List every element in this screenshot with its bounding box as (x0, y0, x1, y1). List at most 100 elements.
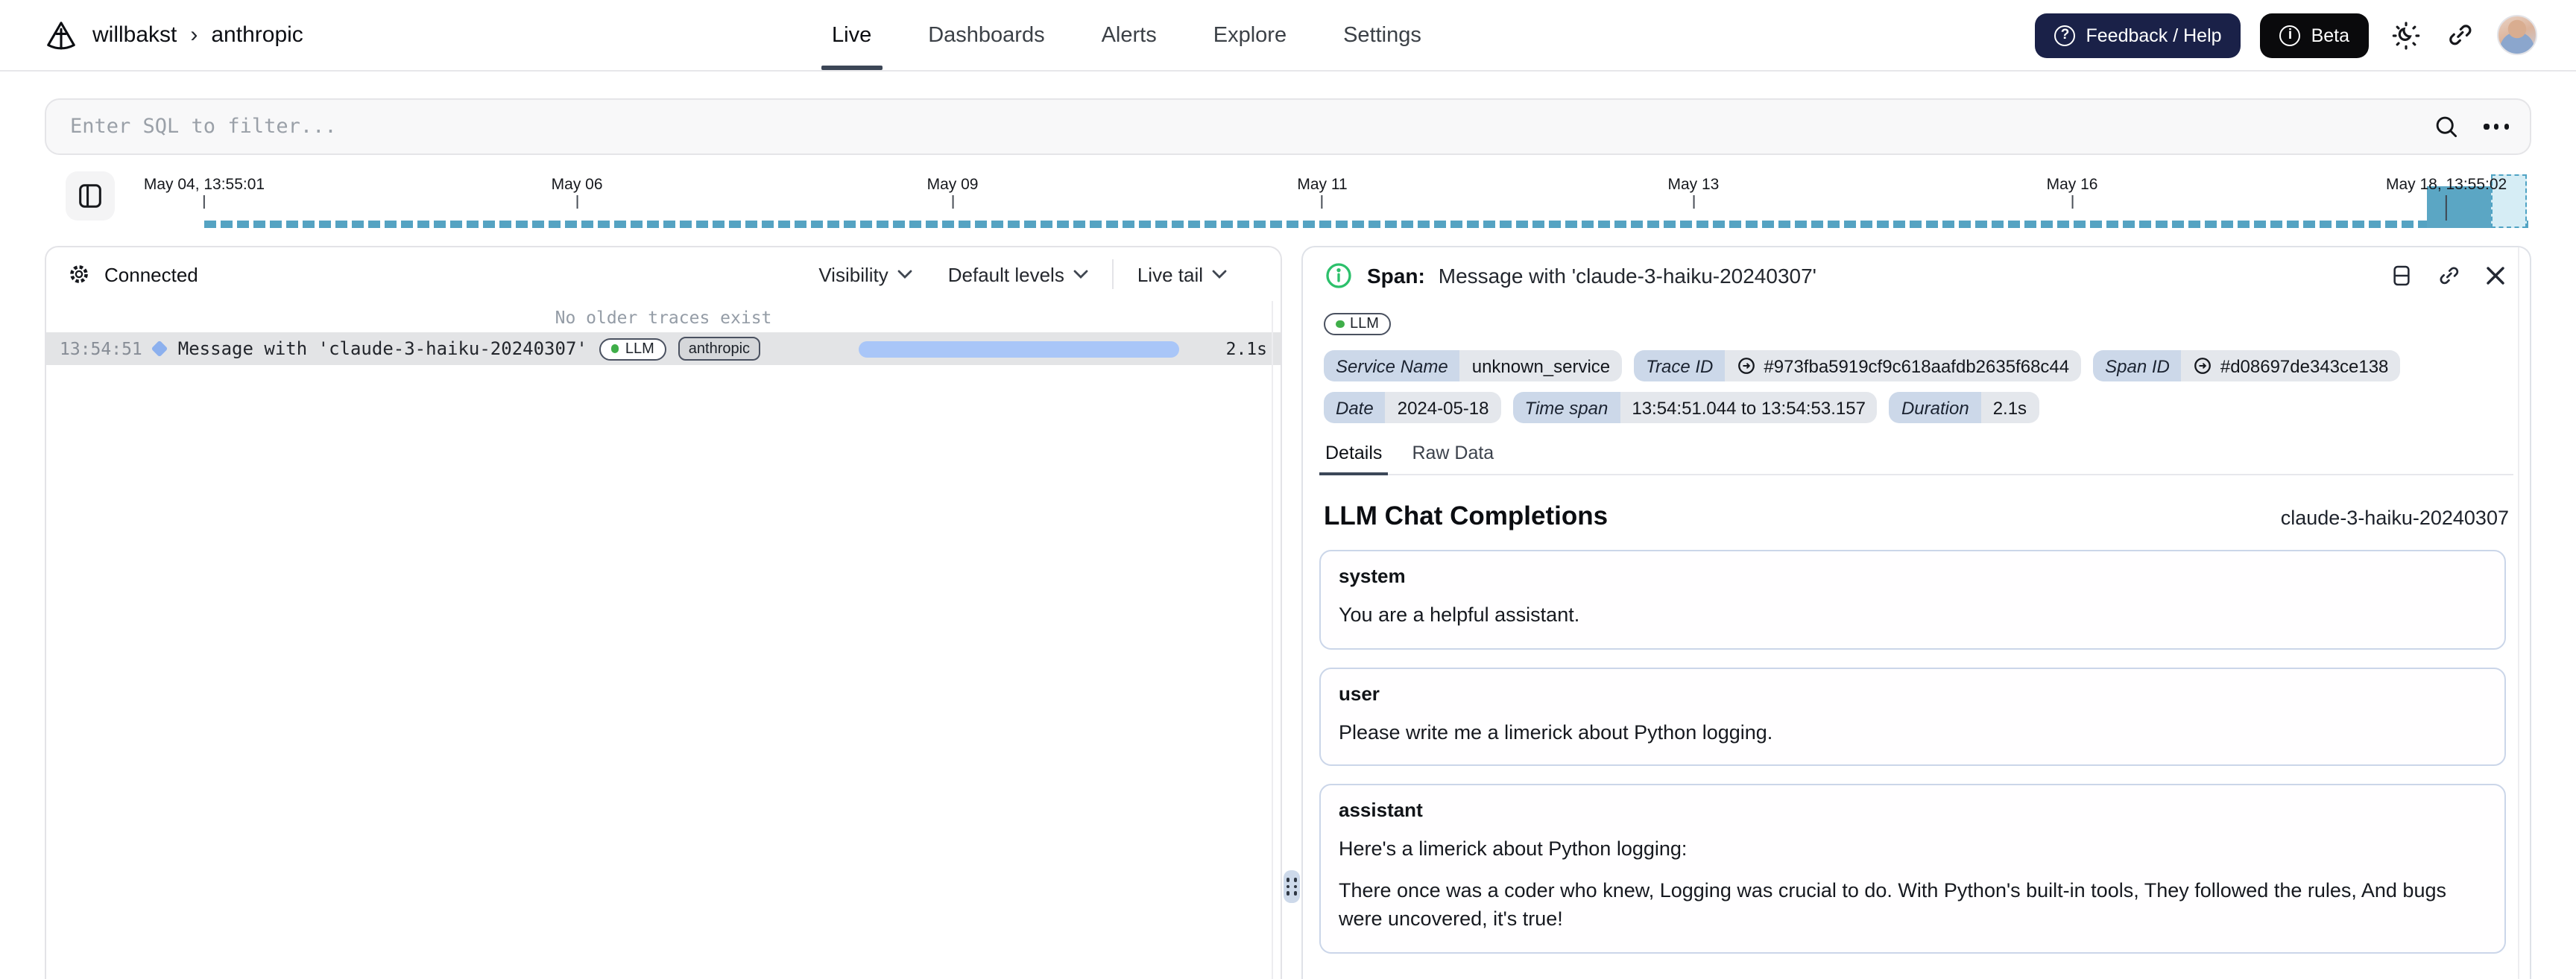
split-view-button[interactable] (2387, 261, 2416, 291)
main-content: Connected Visibility Default levels Live… (45, 246, 2531, 979)
tab-alerts[interactable]: Alerts (1102, 0, 1157, 70)
close-panel-button[interactable] (2482, 262, 2509, 289)
span-meta-row: Date 2024-05-18 Time span 13:54:51.044 t… (1318, 381, 2515, 423)
trace-list-header: Connected Visibility Default levels Live… (46, 247, 1281, 301)
tick-mark (1322, 195, 1324, 209)
more-options-icon[interactable] (2484, 124, 2509, 130)
close-icon (2487, 267, 2504, 285)
tab-dashboards[interactable]: Dashboards (928, 0, 1044, 70)
tick-label: May 16 (2046, 176, 2098, 194)
meta-label: Date (1324, 392, 1386, 423)
service-name-pill: Service Name unknown_service (1324, 350, 1623, 381)
meta-value: #973fba5919cf9c618aafdb2635f68c44 (1725, 350, 2082, 381)
breadcrumb-org[interactable]: willbakst (92, 22, 177, 48)
tab-explore-label: Explore (1213, 23, 1287, 47)
beta-button[interactable]: i Beta (2260, 13, 2369, 57)
gear-icon[interactable] (67, 262, 91, 286)
share-link-button[interactable] (2443, 18, 2478, 52)
llm-tag-badge: LLM (1324, 312, 1391, 335)
tab-raw-data-label: Raw Data (1412, 443, 1494, 463)
tick-label: May 09 (926, 176, 979, 194)
span-kind-label: Span: (1367, 264, 1425, 288)
project-tag-badge: anthropic (678, 337, 761, 361)
info-circle-icon: i (2279, 25, 2301, 45)
copy-link-button[interactable] (2434, 261, 2464, 291)
trace-timestamp: 13:54:51 (60, 338, 142, 359)
link-icon[interactable] (1737, 356, 1756, 376)
timeline-tick: May 13 (1667, 176, 1719, 209)
meta-label: Span ID (2093, 350, 2182, 381)
sql-filter-input[interactable] (67, 113, 2434, 140)
duration-pill: Duration 2.1s (1889, 392, 2039, 423)
default-levels-label: Default levels (947, 263, 1064, 285)
span-actions (2387, 261, 2509, 291)
message-card-assistant: assistant Here's a limerick about Python… (1319, 784, 2506, 954)
split-panel-icon (2393, 265, 2410, 286)
span-title: Message with 'claude-3-haiku-20240307' (1438, 264, 1817, 288)
top-nav: willbakst › anthropic Live Dashboards Al… (0, 0, 2576, 72)
active-tab-underline (821, 66, 883, 70)
visibility-label: Visibility (818, 263, 888, 285)
sidebar-toggle-icon (79, 184, 101, 208)
meta-value: 2.1s (1980, 392, 2039, 423)
chevron-down-icon (1212, 270, 1227, 279)
scrollbar-track[interactable] (1272, 301, 1273, 979)
default-levels-dropdown[interactable]: Default levels (930, 263, 1106, 285)
question-circle-icon: ? (2054, 25, 2076, 45)
meta-value: 13:54:51.044 to 13:54:53.157 (1620, 392, 1878, 423)
tick-label: May 11 (1297, 176, 1348, 194)
message-text: Here's a limerick about Python logging: (1339, 837, 1688, 861)
span-detail-tabs: Details Raw Data (1319, 423, 2513, 475)
timeline-tick: May 18, 13:55:02 (2386, 176, 2507, 221)
app-window: willbakst › anthropic Live Dashboards Al… (0, 0, 2576, 979)
logfire-logo-icon[interactable] (45, 19, 78, 51)
span-id-pill: Span ID #d08697de343ce138 (2093, 350, 2401, 381)
span-id-value: #d08697de343ce138 (2220, 355, 2389, 376)
meta-value: unknown_service (1459, 350, 1623, 381)
meta-label: Duration (1889, 392, 1981, 423)
link-icon[interactable] (2194, 356, 2213, 376)
connection-status: Connected (67, 262, 198, 286)
tab-settings-label: Settings (1343, 23, 1421, 47)
panel-resize-handle[interactable] (1284, 870, 1300, 903)
green-dot-icon (1336, 320, 1344, 328)
tab-settings[interactable]: Settings (1343, 0, 1421, 70)
tick-mark (1692, 195, 1694, 209)
span-meta-row: Service Name unknown_service Trace ID #9… (1318, 335, 2515, 381)
trace-list-controls: Visibility Default levels Live tail (801, 259, 1260, 289)
visibility-dropdown[interactable]: Visibility (801, 263, 929, 285)
scrollbar-track[interactable] (2518, 247, 2519, 979)
message-role: system (1339, 565, 1406, 587)
tab-explore[interactable]: Explore (1213, 0, 1287, 70)
info-circle-green-icon (1326, 263, 1351, 288)
llm-tag-label: LLM (1350, 315, 1379, 332)
live-tail-label: Live tail (1137, 263, 1203, 285)
breadcrumb-separator-icon: › (190, 22, 198, 48)
live-tail-dropdown[interactable]: Live tail (1120, 263, 1260, 285)
chevron-down-icon (1073, 270, 1088, 279)
user-avatar[interactable] (2497, 15, 2537, 55)
sidebar-toggle-button[interactable] (66, 171, 115, 221)
feedback-help-button[interactable]: ? Feedback / Help (2035, 13, 2241, 57)
span-header: Span: Message with 'claude-3-haiku-20240… (1318, 247, 2515, 304)
beta-label: Beta (2311, 25, 2349, 45)
tick-mark (203, 195, 205, 209)
theme-toggle-button[interactable] (2388, 17, 2424, 53)
tick-mark (576, 195, 578, 209)
search-icon[interactable] (2434, 113, 2460, 140)
timeline-chart[interactable]: May 04, 13:55:01 May 06 May 09 May 11 Ma… (140, 167, 2531, 232)
tab-live-label: Live (832, 23, 872, 47)
trace-duration: 2.1s (1225, 338, 1267, 359)
meta-label: Service Name (1324, 350, 1460, 381)
tab-live[interactable]: Live (821, 0, 883, 70)
link-icon (2440, 267, 2459, 285)
trace-row[interactable]: 13:54:51 Message with 'claude-3-haiku-20… (46, 332, 1281, 365)
trace-id-value: #973fba5919cf9c618aafdb2635f68c44 (1764, 355, 2070, 376)
tab-raw-data[interactable]: Raw Data (1412, 443, 1494, 474)
filter-icons (2434, 113, 2509, 140)
tab-details[interactable]: Details (1319, 443, 1389, 475)
breadcrumb-project[interactable]: anthropic (211, 22, 303, 48)
tab-alerts-label: Alerts (1101, 23, 1157, 47)
span-tags: LLM (1318, 304, 2515, 335)
timeline-tick: May 09 (927, 176, 979, 209)
